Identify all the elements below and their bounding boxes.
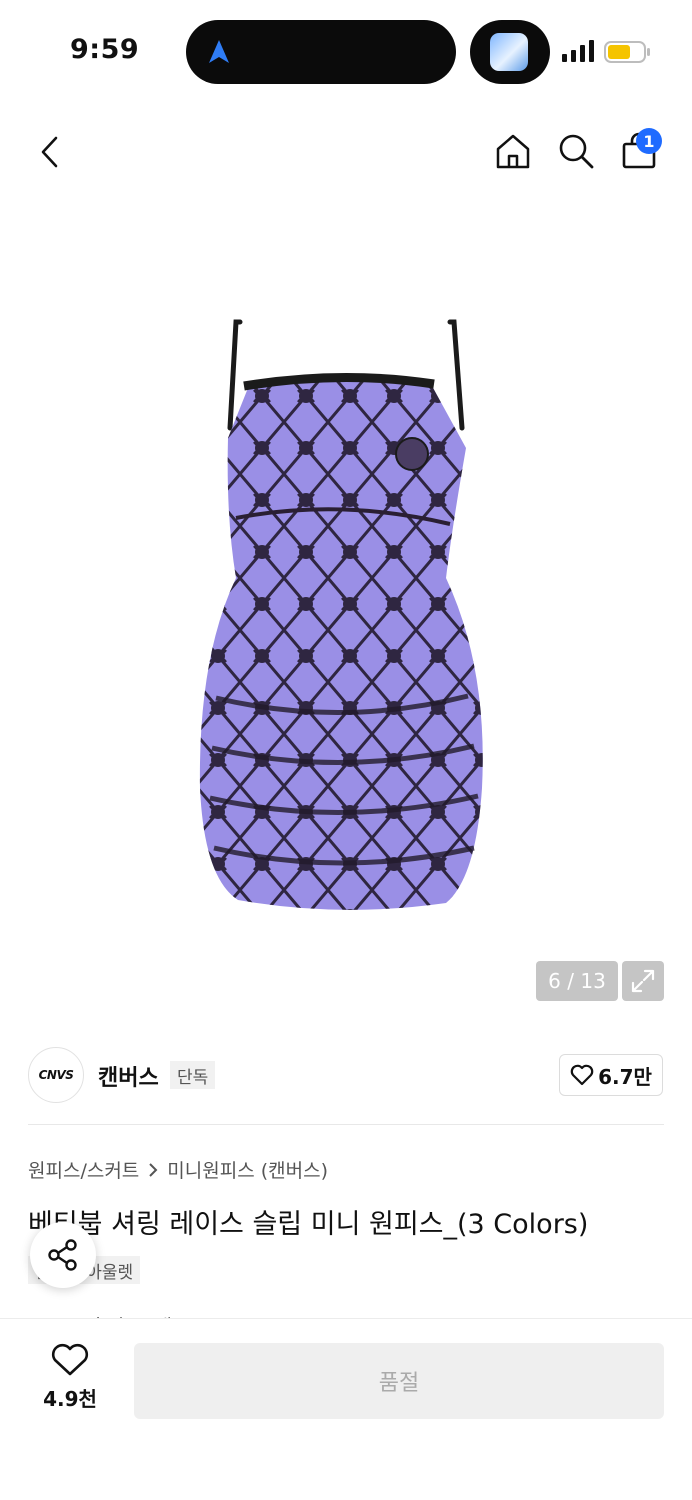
home-icon bbox=[496, 134, 530, 169]
wishlist-button[interactable]: 4.9천 bbox=[34, 1343, 106, 1423]
status-bar: 9:59 bbox=[0, 0, 692, 100]
image-pager: 6 / 13 bbox=[536, 961, 618, 1001]
status-time: 9:59 bbox=[70, 34, 140, 65]
heart-icon bbox=[570, 1064, 594, 1086]
product-header bbox=[0, 110, 692, 190]
battery-icon bbox=[604, 41, 650, 63]
back-button[interactable] bbox=[28, 130, 72, 174]
divider bbox=[28, 1124, 664, 1125]
back-icon bbox=[41, 136, 58, 168]
expand-image-button[interactable] bbox=[622, 961, 664, 1001]
heart-icon bbox=[51, 1343, 89, 1376]
search-icon bbox=[559, 134, 594, 169]
chevron-right-icon bbox=[149, 1162, 158, 1177]
brand-like-button[interactable]: 6.7만 bbox=[559, 1054, 663, 1096]
share-icon bbox=[48, 1239, 77, 1271]
brand-logo[interactable]: CNVS bbox=[28, 1047, 84, 1103]
sold-out-button[interactable]: 품절 bbox=[134, 1343, 664, 1419]
breadcrumb: 원피스/스커트 미니원피스 (캔버스) bbox=[28, 1156, 328, 1183]
search-button[interactable] bbox=[553, 128, 599, 174]
bottom-action-bar: 4.9천 품절 bbox=[0, 1318, 692, 1500]
exclusive-tag: 단독 bbox=[170, 1061, 216, 1089]
wishlist-count: 4.9천 bbox=[43, 1387, 97, 1411]
product-title: 베티붑 셔링 레이스 슬립 미니 원피스_(3 Colors) bbox=[28, 1209, 589, 1240]
home-button[interactable] bbox=[490, 128, 536, 174]
breadcrumb-category[interactable]: 원피스/스커트 bbox=[28, 1156, 139, 1183]
brand-like-count: 6.7만 bbox=[598, 1064, 652, 1089]
expand-icon bbox=[631, 969, 655, 993]
brand-row: CNVS 캔버스 단독 6.7만 bbox=[0, 1040, 692, 1112]
product-photo[interactable] bbox=[196, 318, 486, 918]
breadcrumb-subcategory[interactable]: 미니원피스 (캔버스) bbox=[167, 1156, 328, 1183]
cellular-signal-icon bbox=[562, 40, 594, 62]
app-thumbnail bbox=[490, 33, 528, 71]
live-activity-island bbox=[470, 20, 550, 84]
brand-name[interactable]: 캔버스 bbox=[98, 1060, 159, 1092]
location-arrow-icon bbox=[209, 40, 229, 63]
cart-count-badge: 1 bbox=[636, 128, 662, 154]
share-button[interactable] bbox=[30, 1222, 96, 1288]
